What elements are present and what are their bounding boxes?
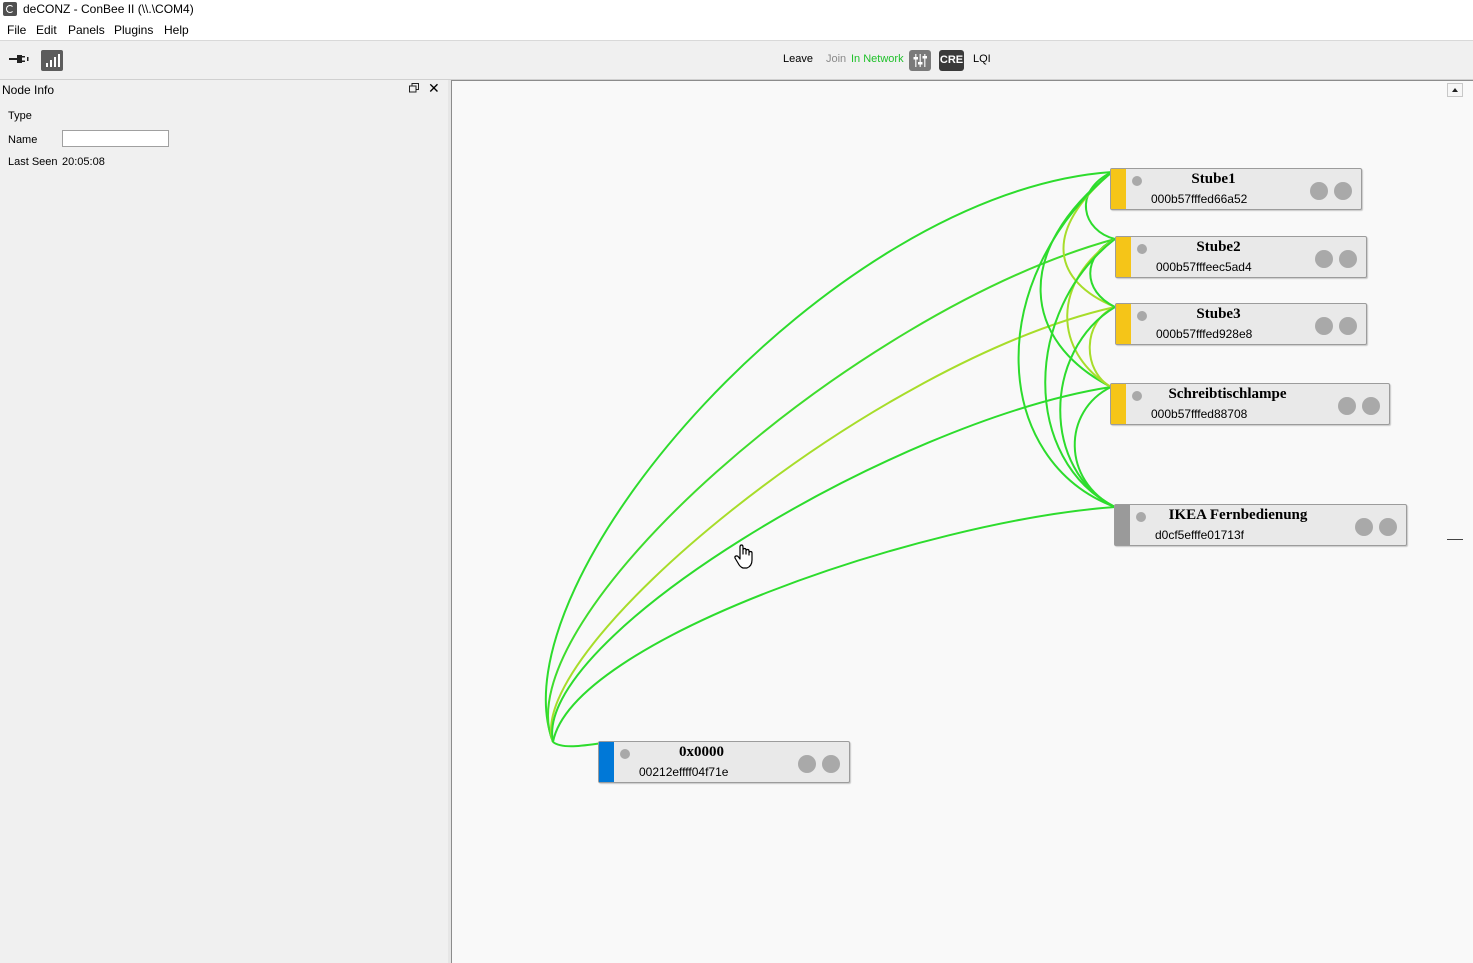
plug-icon[interactable] — [8, 51, 30, 67]
float-panel-icon[interactable] — [409, 83, 419, 93]
node-endpoint-dot[interactable] — [1315, 250, 1333, 268]
node-card[interactable]: IKEA Fernbedienung d0cf5efffe01713f — [1114, 504, 1407, 546]
menu-help[interactable]: Help — [164, 23, 189, 37]
name-input[interactable] — [62, 130, 169, 147]
node-endpoint-dot[interactable] — [1310, 182, 1328, 200]
node-mac-address: 00212effff04f71e — [639, 765, 729, 779]
signal-icon[interactable] — [41, 50, 63, 71]
menu-edit[interactable]: Edit — [36, 23, 57, 37]
node-status-bar — [1115, 505, 1130, 545]
node-endpoint-dot[interactable] — [798, 755, 816, 773]
node-name: Stube3 — [1196, 306, 1241, 322]
node-status-bar — [1111, 169, 1126, 209]
node-status-bar — [1111, 384, 1126, 424]
menu-bar: File Edit Panels Plugins Help — [0, 20, 1473, 41]
node-endpoint-dot[interactable] — [1339, 317, 1357, 335]
last-seen-value: 20:05:08 — [62, 156, 105, 168]
node-card[interactable]: 0x0000 00212effff04f71e — [598, 741, 850, 783]
node-endpoint-dot[interactable] — [1334, 182, 1352, 200]
node-card[interactable]: Stube2 000b57fffeec5ad4 — [1115, 236, 1367, 278]
name-label: Name — [8, 134, 38, 146]
node-endpoint-dot[interactable] — [1355, 518, 1373, 536]
title-bar: deCONZ - ConBee II (\\.\COM4) — [0, 0, 1473, 20]
node-mac-address: d0cf5efffe01713f — [1155, 528, 1244, 542]
node-name: Stube2 — [1196, 239, 1241, 255]
type-label: Type — [8, 110, 32, 122]
node-endpoint-dot[interactable] — [1379, 518, 1397, 536]
link-line — [1017, 171, 1116, 508]
toolbar: Leave Join In Network CRE LQI — [0, 41, 1473, 80]
node-mac-address: 000b57fffed66a52 — [1151, 192, 1248, 206]
link-line — [551, 386, 1112, 743]
link-line — [545, 171, 1113, 743]
network-graph-canvas[interactable]: Stube1 000b57fffed66a52 Stube2 000b57fff… — [451, 80, 1473, 963]
node-card[interactable]: Stube3 000b57fffed928e8 — [1115, 303, 1367, 345]
network-status: In Network — [851, 53, 904, 65]
scroll-marker — [1447, 539, 1463, 540]
vertical-scrollbar[interactable] — [1460, 97, 1473, 963]
node-mac-address: 000b57fffed88708 — [1151, 407, 1248, 421]
last-seen-label: Last Seen — [8, 156, 58, 168]
node-endpoint-dot[interactable] — [1362, 397, 1380, 415]
node-endpoint-dot[interactable] — [1315, 317, 1333, 335]
node-endpoint-dot[interactable] — [1339, 250, 1357, 268]
node-name: 0x0000 — [679, 744, 724, 760]
close-panel-icon[interactable]: ✕ — [428, 81, 440, 95]
node-endpoint-dot[interactable] — [1338, 397, 1356, 415]
node-name: Stube1 — [1191, 171, 1236, 187]
node-name: IKEA Fernbedienung — [1168, 507, 1308, 523]
link-line — [550, 306, 1116, 743]
link-line — [552, 506, 1116, 743]
node-mac-address: 000b57fffed928e8 — [1156, 327, 1253, 341]
node-card[interactable]: Stube1 000b57fffed66a52 — [1110, 168, 1362, 210]
node-name: Schreibtischlampe — [1168, 386, 1287, 402]
leave-button[interactable]: Leave — [783, 53, 813, 65]
window-title: deCONZ - ConBee II (\\.\COM4) — [23, 2, 194, 16]
node-status-bar — [1116, 237, 1131, 277]
panel-title: Node Info — [2, 83, 55, 97]
node-endpoint-dot[interactable] — [822, 755, 840, 773]
node-info-panel: Node Info ✕ Type Name Last Seen 20:05:08 — [0, 80, 448, 963]
menu-file[interactable]: File — [7, 23, 26, 37]
lqi-button[interactable]: LQI — [973, 53, 991, 65]
hand-cursor-icon — [734, 544, 753, 569]
node-status-bar — [599, 742, 614, 782]
cre-button[interactable]: CRE — [939, 50, 964, 71]
join-button[interactable]: Join — [826, 53, 846, 65]
node-status-bar — [1116, 304, 1131, 344]
sliders-icon[interactable] — [909, 50, 931, 71]
node-card[interactable]: Schreibtischlampe 000b57fffed88708 — [1110, 383, 1390, 425]
node-mac-address: 000b57fffeec5ad4 — [1156, 260, 1252, 274]
link-line — [552, 741, 603, 748]
app-logo-icon — [3, 2, 17, 16]
menu-panels[interactable]: Panels — [68, 23, 105, 37]
scroll-up-arrow-icon[interactable] — [1447, 83, 1463, 97]
menu-plugins[interactable]: Plugins — [114, 23, 153, 37]
